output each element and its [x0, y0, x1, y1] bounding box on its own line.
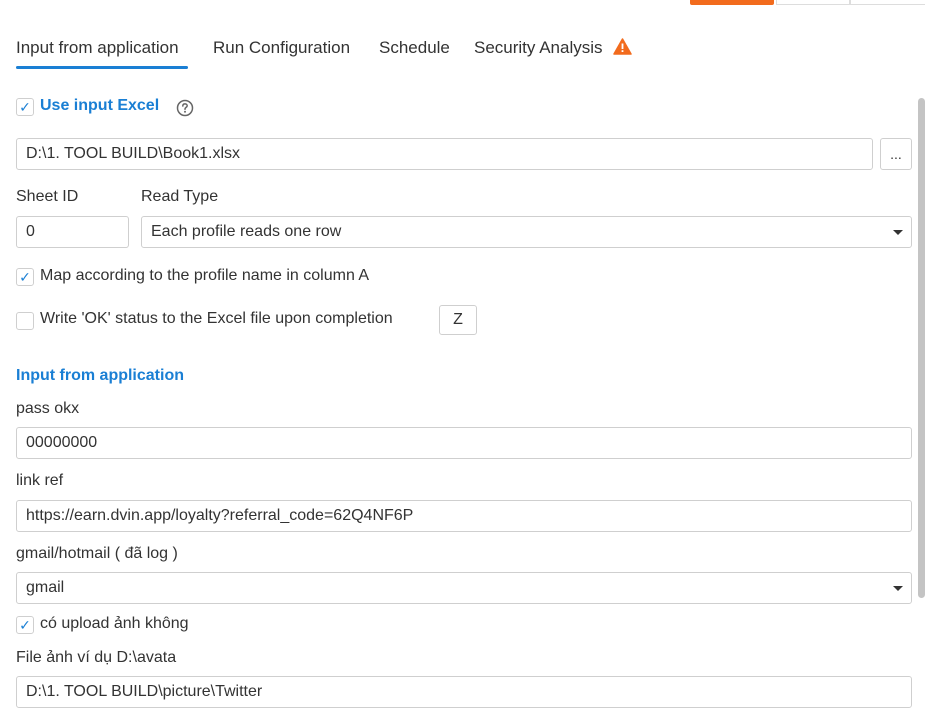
- read-type-label: Read Type: [141, 188, 219, 205]
- link-ref-input[interactable]: https://earn.dvin.app/loyalty?referral_c…: [16, 500, 912, 532]
- help-circle-icon[interactable]: [176, 99, 194, 117]
- excel-path-input[interactable]: D:\1. TOOL BUILD\Book1.xlsx: [16, 138, 873, 170]
- active-tab-underline: [16, 66, 188, 69]
- map-profile-checkbox[interactable]: ✓: [16, 268, 34, 286]
- chevron-down-icon: [893, 230, 903, 235]
- read-type-select[interactable]: Each profile reads one row: [141, 216, 912, 248]
- gmail-label: gmail/hotmail ( đã log ): [16, 545, 178, 562]
- write-ok-label: Write 'OK' status to the Excel file upon…: [40, 310, 393, 327]
- check-icon: ✓: [19, 98, 31, 115]
- warning-icon: [613, 38, 632, 55]
- link-ref-label: link ref: [16, 472, 64, 489]
- gmail-value: gmail: [26, 579, 65, 596]
- use-excel-checkbox[interactable]: ✓: [16, 98, 34, 116]
- file-avatar-label: File ảnh ví dụ D:\avata: [16, 649, 177, 666]
- top-tab-active-indicator[interactable]: [690, 0, 774, 5]
- gmail-select[interactable]: gmail: [16, 572, 912, 604]
- check-icon: ✓: [19, 616, 31, 633]
- tab-run-configuration[interactable]: Run Configuration: [213, 38, 350, 58]
- sheet-id-label: Sheet ID: [16, 188, 79, 205]
- upload-label: có upload ảnh không: [40, 615, 189, 632]
- write-ok-column-input[interactable]: Z: [439, 305, 477, 335]
- pass-okx-input[interactable]: 00000000: [16, 427, 912, 459]
- read-type-value: Each profile reads one row: [151, 223, 342, 240]
- top-tab-2[interactable]: [776, 0, 850, 5]
- file-avatar-input[interactable]: D:\1. TOOL BUILD\picture\Twitter: [16, 676, 912, 708]
- tab-security-analysis-label: Security Analysis: [474, 38, 603, 57]
- top-tab-strip: [690, 0, 925, 5]
- tab-schedule[interactable]: Schedule: [379, 38, 450, 58]
- upload-checkbox[interactable]: ✓: [16, 616, 34, 634]
- map-profile-label: Map according to the profile name in col…: [40, 267, 370, 284]
- tab-security-analysis[interactable]: Security Analysis: [474, 38, 632, 58]
- sheet-id-input[interactable]: 0: [16, 216, 129, 248]
- write-ok-checkbox[interactable]: [16, 312, 34, 330]
- tab-input-from-application[interactable]: Input from application: [16, 38, 179, 58]
- settings-panel: Input from application Run Configuration…: [0, 0, 925, 713]
- check-icon: ✓: [19, 268, 31, 285]
- pass-okx-label: pass okx: [16, 400, 80, 417]
- input-section-title: Input from application: [16, 367, 184, 384]
- use-excel-label: Use input Excel: [40, 97, 160, 114]
- vertical-scrollbar[interactable]: [918, 98, 925, 598]
- chevron-down-icon: [893, 586, 903, 591]
- top-tab-3[interactable]: [850, 0, 925, 5]
- browse-button[interactable]: ...: [880, 138, 912, 170]
